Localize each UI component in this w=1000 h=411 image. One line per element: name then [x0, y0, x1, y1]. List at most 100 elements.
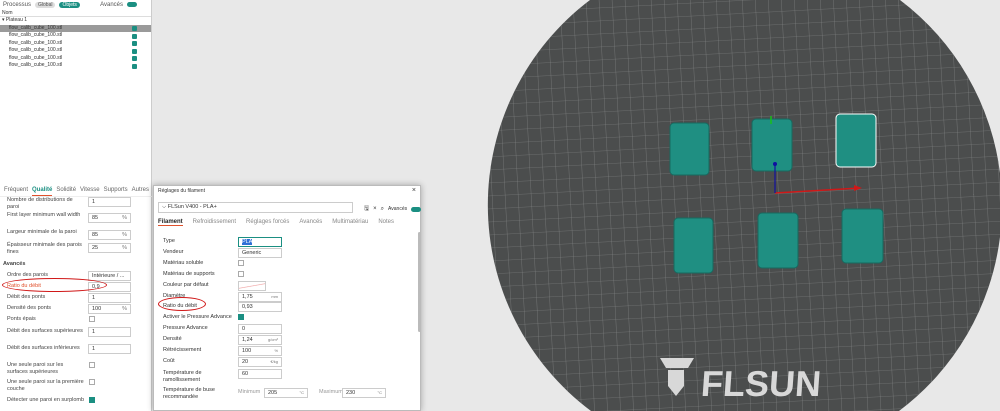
param-input[interactable]: 25% [88, 243, 131, 253]
visible-checkbox[interactable] [132, 63, 137, 69]
visible-checkbox[interactable] [132, 33, 137, 39]
param-unit: % [122, 232, 127, 238]
object-list-item[interactable]: flow_calib_cube_100.stl [0, 32, 151, 40]
param-unit: % [122, 215, 127, 221]
field-value: 100 [242, 348, 252, 354]
close-icon[interactable]: × [412, 187, 416, 194]
field-value: 0,93 [242, 304, 253, 310]
param-input[interactable]: 1 [88, 327, 131, 337]
param-label: Nombre de distributions de paroi [7, 197, 73, 210]
field-value: 205 [268, 390, 278, 396]
advanced-label: Avancés [100, 1, 123, 8]
temp-input[interactable]: 230 °C [342, 388, 386, 398]
tab-3[interactable]: Vitesse [80, 187, 100, 196]
field-input[interactable]: 0,93 [238, 302, 282, 312]
param-checkbox[interactable] [89, 397, 95, 403]
field-label: Activer le Pressure Advance [163, 314, 232, 320]
object-name: flow_calib_cube_100.stl [9, 32, 63, 38]
field-input[interactable]: 60 [238, 369, 282, 379]
red-highlight-circle [158, 297, 206, 311]
object-list-item[interactable]: flow_calib_cube_100.stl [0, 62, 151, 70]
object-list-item[interactable]: flow_calib_cube_100.stl [0, 47, 151, 55]
advanced-label: Avancés [388, 206, 408, 212]
field-value: 60 [242, 371, 249, 377]
field-value: 0 [242, 326, 246, 332]
field-input[interactable]: 100% [238, 346, 282, 356]
dialog-tab-0[interactable]: Filament [158, 219, 183, 226]
param-checkbox[interactable] [89, 362, 95, 368]
param-checkbox[interactable] [89, 316, 95, 322]
field-value: 1,24 [242, 337, 253, 343]
save-icon[interactable]: 🖫 [364, 204, 369, 214]
param-checkbox[interactable] [89, 379, 95, 385]
field-unit: °C [377, 390, 383, 395]
param-value: 25 [92, 245, 99, 251]
field-label: Densité [163, 336, 182, 342]
visible-checkbox[interactable] [132, 56, 137, 61]
tab-2[interactable]: Solidité [56, 187, 76, 196]
param-value: 85 [92, 232, 99, 238]
dialog-tab-1[interactable]: Refroidissement [193, 219, 236, 226]
dialog-tab-3[interactable]: Avancés [299, 219, 322, 226]
field-checkbox[interactable] [238, 314, 244, 320]
preset-select[interactable]: ⌵ FLSun V400 - PLA+ [158, 202, 353, 213]
tab-5[interactable]: Autres [132, 187, 149, 196]
model-cube [757, 212, 799, 269]
param-value: 100 [92, 306, 102, 312]
field-value: 20 [242, 359, 249, 365]
visible-checkbox[interactable] [132, 48, 137, 54]
tab-1[interactable]: Qualité [32, 187, 53, 196]
field-input[interactable]: PLA [238, 237, 282, 247]
param-input[interactable]: 1 [88, 293, 131, 303]
model-cube-selected [835, 113, 877, 168]
temp-input[interactable]: 205 °C [264, 388, 308, 398]
param-input[interactable]: 100% [88, 304, 131, 314]
dialog-tab-5[interactable]: Notes [378, 219, 394, 226]
field-checkbox[interactable] [238, 271, 244, 277]
global-toggle[interactable]: Global [35, 1, 56, 8]
dialog-tab-2[interactable]: Réglages forcés [246, 219, 289, 226]
plate-row[interactable]: ▾ Plateau 1 [0, 17, 151, 25]
object-list-item[interactable]: flow_calib_cube_100.stl [0, 55, 151, 63]
field-unit: mm [271, 294, 278, 299]
object-list-item[interactable]: flow_calib_cube_100.stl [0, 40, 151, 48]
advanced-switch[interactable] [127, 2, 137, 7]
scrollbar[interactable] [418, 232, 421, 332]
field-input[interactable]: 1,75 mm [238, 292, 282, 302]
param-label: Débit des surfaces inférieures [7, 345, 80, 351]
field-input[interactable]: Generic [238, 248, 282, 258]
field-input[interactable]: 20 €/kg [238, 357, 282, 367]
visible-checkbox[interactable] [132, 41, 137, 46]
param-input[interactable]: 85% [88, 230, 131, 240]
param-input[interactable]: 85% [88, 213, 131, 223]
param-label: Largeur minimale de la paroi [7, 229, 77, 235]
object-list-item[interactable]: flow_calib_cube_100.stl [0, 24, 151, 32]
param-value: 1 [92, 295, 96, 301]
plate-name: Plateau 1 [5, 17, 28, 23]
param-input[interactable]: 1 [88, 344, 131, 354]
field-checkbox[interactable] [238, 260, 244, 266]
objects-toggle[interactable]: Objets [59, 1, 80, 8]
color-swatch[interactable] [238, 281, 266, 291]
param-value: 85 [92, 215, 99, 221]
field-input[interactable]: 0 [238, 324, 282, 334]
field-label: Matériau de supports [163, 271, 215, 277]
preset-name: FLSun V400 - PLA+ [167, 204, 217, 210]
field-value: 1,75 [242, 294, 253, 300]
dialog-tab-4[interactable]: Multimatériau [332, 219, 368, 226]
search-icon[interactable]: ⌕ [381, 206, 384, 213]
field-unit: €/kg [270, 359, 278, 364]
model-cube [669, 122, 710, 176]
param-input[interactable]: 1 [88, 197, 131, 207]
advanced-switch[interactable] [411, 206, 422, 212]
visible-checkbox[interactable] [132, 26, 137, 31]
field-label: Pressure Advance [163, 325, 208, 331]
tab-0[interactable]: Fréquent [4, 187, 28, 196]
field-unit: % [274, 348, 278, 353]
object-name: flow_calib_cube_100.stl [9, 24, 63, 31]
dialog-title: Réglages du filament [158, 188, 205, 194]
tab-4[interactable]: Supports [104, 187, 128, 196]
field-input[interactable]: 1,24 g/cm³ [238, 335, 282, 345]
field-value: PLA [242, 239, 253, 245]
delete-icon[interactable]: × [373, 206, 377, 212]
